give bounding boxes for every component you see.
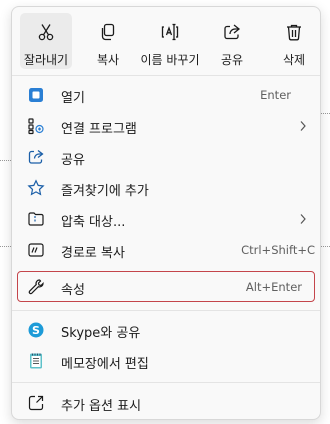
context-menu-toolbar: 잘라내기 복사 이름 바꾸기 공유 삭제 [12,7,320,73]
menu-item-shortcut: Alt+Enter [245,279,302,294]
menu-item-compress[interactable]: 압축 대상... [17,204,315,234]
more-options-icon [27,394,45,412]
menu-item-label: 메모장에서 편집 [61,357,149,372]
menu-item-label: 연결 프로그램 [61,122,137,137]
scissors-icon [36,22,56,42]
menu-item-add-favorites[interactable]: 즐겨찾기에 추가 [17,173,315,203]
menu-item-label: 속성 [61,282,85,298]
background-divider [321,113,330,114]
menu-item-properties[interactable]: 속성 Alt+Enter [17,271,315,302]
copy-path-icon [27,241,45,259]
cut-button[interactable]: 잘라내기 [20,13,72,69]
svg-text:S: S [32,324,40,337]
star-icon [27,179,45,197]
copy-icon [98,22,118,42]
menu-item-shortcut: Enter [260,88,291,102]
menu-item-label: Skype와 공유 [61,326,141,341]
menu-item-edit-notepad[interactable]: 메모장에서 편집 [17,346,315,376]
menu-item-open[interactable]: 열기 Enter [17,80,315,110]
menu-item-label: 즐겨찾기에 추가 [61,184,149,199]
chevron-right-icon [299,120,307,132]
share-icon [27,148,45,166]
menu-item-more-options[interactable]: 추가 옵션 표시 [17,388,315,418]
rename-icon [160,22,180,42]
menu-item-label: 압축 대상... [61,215,126,230]
share-button[interactable]: 공유 [206,13,258,69]
delete-button-label: 삭제 [282,53,306,67]
zip-folder-icon [27,210,45,228]
menu-separator [12,310,320,311]
menu-item-label: 공유 [61,153,85,168]
wrench-icon [27,278,45,296]
share-icon [222,22,242,42]
menu-item-label: 추가 옵션 표시 [61,399,142,414]
menu-item-copy-path[interactable]: 경로로 복사 Ctrl+Shift+C [17,235,315,265]
background-divider [321,246,330,247]
open-icon [27,86,45,104]
trash-icon [284,22,304,42]
menu-item-open-with[interactable]: 연결 프로그램 [17,111,315,141]
skype-icon: S [27,321,45,339]
context-menu: 잘라내기 복사 이름 바꾸기 공유 삭제 열기 Enter 연결 프로그램 공유… [11,6,321,420]
background-divider [0,160,11,161]
menu-separator [12,382,320,383]
notepad-icon [27,352,45,370]
menu-item-share[interactable]: 공유 [17,142,315,172]
open-with-icon [27,117,45,135]
menu-separator [12,75,320,76]
rename-button[interactable]: 이름 바꾸기 [140,13,200,69]
menu-item-label: 열기 [61,91,85,106]
copy-button[interactable]: 복사 [82,13,134,69]
menu-item-skype-share[interactable]: S Skype와 공유 [17,315,315,345]
menu-item-shortcut: Ctrl+Shift+C [241,243,315,257]
delete-button[interactable]: 삭제 [268,13,320,69]
menu-item-label: 경로로 복사 [61,246,125,261]
background-divider [0,246,11,247]
chevron-right-icon [299,213,307,225]
